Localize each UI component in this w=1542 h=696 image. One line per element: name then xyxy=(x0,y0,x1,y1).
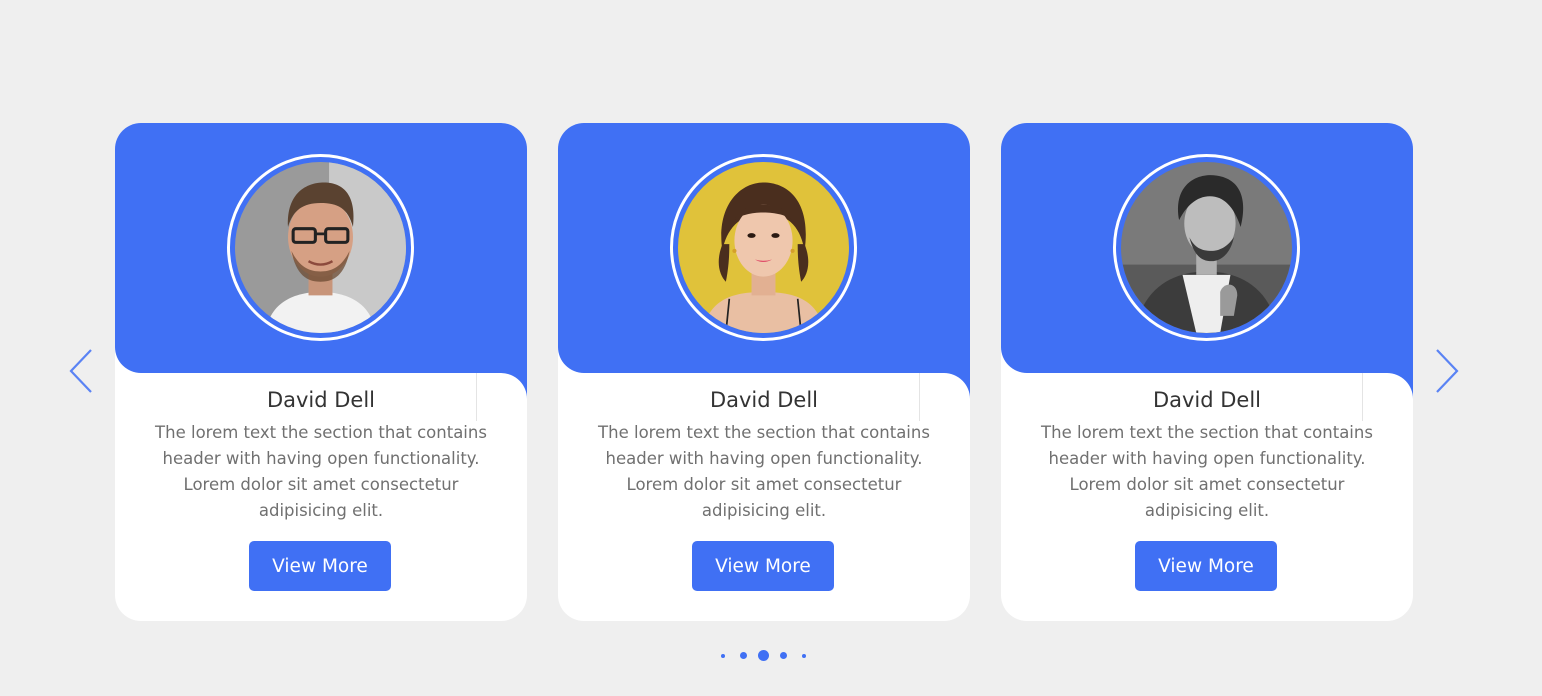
profile-card: David Dell The lorem text the section th… xyxy=(115,123,527,621)
view-more-button[interactable]: View More xyxy=(249,541,391,591)
pagination-dot-4[interactable] xyxy=(780,652,787,659)
profile-card: David Dell The lorem text the section th… xyxy=(1001,123,1413,621)
card-name: David Dell xyxy=(266,388,376,412)
avatar xyxy=(670,154,857,341)
card-name: David Dell xyxy=(1152,388,1262,412)
card-description: The lorem text the section that contains… xyxy=(155,423,487,520)
view-more-button[interactable]: View More xyxy=(1135,541,1277,591)
profile-card: David Dell The lorem text the section th… xyxy=(558,123,970,621)
card-name: David Dell xyxy=(709,388,819,412)
avatar-photo-woman xyxy=(678,162,849,333)
avatar-photo-man-glasses xyxy=(235,162,406,333)
pagination-dot-5[interactable] xyxy=(802,654,806,658)
chevron-left-icon xyxy=(69,349,92,393)
card-description: The lorem text the section that contains… xyxy=(598,423,930,520)
card-description: The lorem text the section that contains… xyxy=(1041,423,1373,520)
view-more-button[interactable]: View More xyxy=(692,541,834,591)
carousel-prev-button[interactable] xyxy=(66,346,96,396)
avatar-photo-man-denim-jacket xyxy=(1121,162,1292,333)
avatar xyxy=(227,154,414,341)
pagination-dot-3-active[interactable] xyxy=(758,650,769,661)
avatar xyxy=(1113,154,1300,341)
chevron-right-icon xyxy=(1436,349,1459,393)
pagination-dot-1[interactable] xyxy=(721,654,725,658)
pagination-dot-2[interactable] xyxy=(740,652,747,659)
carousel-pagination xyxy=(718,648,810,664)
carousel-next-button[interactable] xyxy=(1432,346,1462,396)
